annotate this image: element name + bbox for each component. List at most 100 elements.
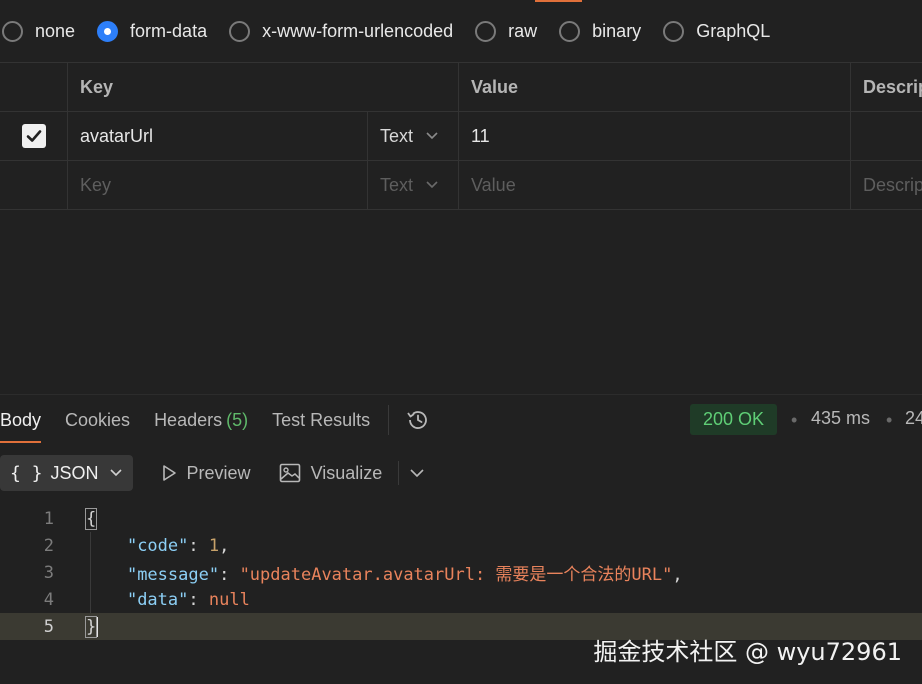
radio-circle-icon: [559, 20, 581, 42]
code-line: 4 "data": null: [0, 586, 922, 613]
tab-cookies[interactable]: Cookies: [65, 397, 130, 443]
new-description-input[interactable]: Descrip: [851, 161, 922, 209]
response-size[interactable]: 24: [905, 408, 922, 429]
code-line: 3 "message": "updateAvatar.avatarUrl: 需要…: [0, 559, 922, 586]
code-text: "data": null: [126, 589, 250, 610]
separator-dot: •: [886, 410, 893, 430]
text-cursor: [96, 616, 99, 637]
radio-binary[interactable]: binary: [559, 20, 642, 42]
header-check-cell: [0, 63, 68, 111]
separator-dot: •: [791, 410, 798, 430]
checkmark-icon: [26, 130, 41, 142]
chevron-down-icon: [425, 129, 439, 144]
response-time[interactable]: 435 ms: [811, 408, 870, 429]
watermark: 掘金技术社区 @ wyu72961: [593, 638, 902, 666]
radio-label: form-data: [130, 20, 208, 41]
header-description: Descrip: [863, 76, 922, 97]
radio-circle-icon: [229, 20, 251, 42]
open-brace: {: [84, 507, 98, 530]
table-header-row: Key Value Descrip: [0, 63, 922, 112]
radio-label: none: [35, 20, 76, 41]
radio-label: GraphQL: [696, 20, 771, 41]
row-type-dropdown[interactable]: Text: [368, 112, 459, 160]
tab-label: Test Results: [272, 409, 371, 430]
headers-count-badge: (5): [226, 409, 249, 430]
tab-label: Cookies: [65, 409, 131, 430]
row-value-input[interactable]: 11: [459, 112, 851, 160]
code-line: 2 "code": 1,: [0, 532, 922, 559]
format-dropdown[interactable]: { } JSON: [0, 455, 133, 491]
json-key: "data": [126, 589, 189, 610]
line-number: 4: [43, 589, 54, 610]
close-brace: }: [84, 615, 98, 638]
row-type-label: Text: [380, 125, 414, 146]
radio-circle-icon: [2, 20, 23, 42]
line-number: 2: [43, 535, 54, 556]
line-number: 3: [43, 562, 54, 583]
format-label: JSON: [50, 462, 99, 483]
radio-none[interactable]: none: [2, 20, 76, 42]
chevron-down-icon: [425, 178, 439, 193]
radio-graphql[interactable]: GraphQL: [663, 20, 771, 42]
json-null-value: null: [208, 589, 250, 610]
status-badge[interactable]: 200 OK: [690, 404, 778, 435]
code-text: "code": 1,: [126, 535, 230, 556]
radio-label: x-www-form-urlencoded: [262, 20, 454, 41]
new-type-label: Text: [380, 174, 414, 195]
body-type-radio-group: none form-data x-www-form-urlencoded raw…: [0, 0, 922, 62]
radio-checked-icon: [97, 20, 119, 42]
radio-circle-icon: [663, 20, 685, 42]
tab-test-results[interactable]: Test Results: [272, 397, 370, 443]
response-body-editor[interactable]: 1 { 2 "code": 1, 3 "message": "updateAva…: [0, 505, 922, 640]
json-number-value: 1: [208, 535, 220, 556]
json-key: "code": [126, 535, 189, 556]
tab-separator: [388, 405, 390, 435]
radio-label: raw: [508, 20, 538, 41]
tab-body[interactable]: Body: [0, 397, 42, 443]
row-key-input[interactable]: avatarUrl: [68, 112, 368, 160]
toolbar-separator: [398, 461, 400, 485]
chevron-down-icon: [410, 469, 424, 478]
row-checkbox[interactable]: [21, 124, 46, 148]
header-key: Key: [68, 63, 459, 111]
json-string-value: "updateAvatar.avatarUrl: 需要是一个合法的URL": [239, 565, 673, 585]
play-icon: [162, 465, 176, 481]
visualize-options-dropdown[interactable]: [409, 468, 435, 478]
new-value-input[interactable]: Value: [459, 161, 851, 209]
code-text: {: [84, 507, 98, 530]
radio-label: binary: [592, 20, 642, 41]
radio-raw[interactable]: raw: [475, 20, 538, 42]
line-number: 1: [43, 508, 54, 529]
image-icon: [279, 463, 300, 483]
new-key-input[interactable]: Key: [68, 161, 368, 209]
new-type-dropdown[interactable]: Text: [368, 161, 459, 209]
json-key: "message": [126, 565, 220, 585]
response-view-toolbar: { } JSON Preview Visualize: [0, 455, 922, 491]
response-tabs: Body Cookies Headers (5) Test Results: [0, 397, 922, 443]
form-data-table: Key Value Descrip avatarUrl Text 11 Key …: [0, 62, 922, 210]
code-text: }: [84, 615, 99, 638]
tab-label: Headers: [154, 409, 223, 430]
preview-label: Preview: [186, 462, 251, 483]
row-description-input[interactable]: [851, 112, 922, 160]
line-number: 5: [43, 616, 54, 637]
new-row-check-cell: [0, 161, 68, 209]
visualize-label: Visualize: [310, 462, 383, 483]
tab-label: Body: [0, 409, 42, 430]
braces-icon: { }: [10, 462, 43, 484]
visualize-button[interactable]: Visualize: [279, 462, 383, 484]
table-new-row: Key Text Value Descrip: [0, 161, 922, 210]
row-checkbox-cell: [0, 112, 68, 160]
radio-form-data[interactable]: form-data: [97, 20, 208, 42]
radio-circle-icon: [475, 20, 497, 42]
header-value: Value: [459, 63, 851, 111]
tab-headers[interactable]: Headers (5): [154, 397, 248, 443]
radio-x-www-form-urlencoded[interactable]: x-www-form-urlencoded: [229, 20, 454, 42]
code-line: 1 {: [0, 505, 922, 532]
chevron-down-icon: [109, 466, 123, 481]
preview-button[interactable]: Preview: [161, 463, 251, 484]
response-divider: [0, 394, 922, 395]
history-icon[interactable]: [405, 407, 431, 433]
table-row: avatarUrl Text 11: [0, 112, 922, 161]
code-text: "message": "updateAvatar.avatarUrl: 需要是一…: [126, 565, 683, 585]
